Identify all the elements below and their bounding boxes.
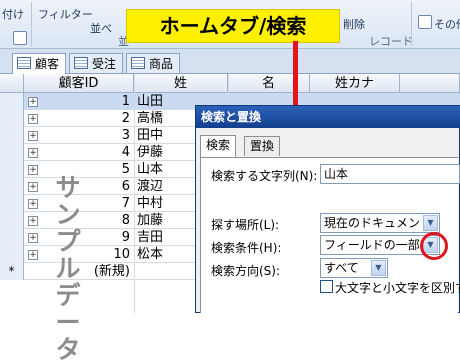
- row-selector[interactable]: [0, 110, 24, 127]
- object-tab-bar: 顧客 受注 商品: [0, 49, 460, 74]
- ribbon-divider: [31, 2, 32, 46]
- dialog-title[interactable]: 検索と置換: [196, 106, 460, 128]
- cell-last-name[interactable]: 山本: [137, 161, 163, 178]
- tab-find[interactable]: 検索: [200, 135, 237, 157]
- row-selector[interactable]: [0, 93, 24, 110]
- row-selector[interactable]: [0, 246, 24, 263]
- search-direction-label: 検索方向(S):: [211, 264, 281, 278]
- cell-last-name[interactable]: 田中: [137, 127, 163, 144]
- find-what-label: 検索する文字列(N):: [211, 169, 318, 183]
- table-icon: [74, 57, 88, 69]
- tab-customers[interactable]: 顧客: [12, 53, 67, 74]
- search-direction-select[interactable]: すべて ▼: [320, 258, 388, 278]
- delete-button[interactable]: 削除: [343, 16, 365, 32]
- cell-id[interactable]: 1: [40, 93, 130, 110]
- expand-icon[interactable]: +: [28, 199, 38, 209]
- new-record-marker: *: [0, 263, 24, 280]
- cell-id[interactable]: 3: [40, 127, 130, 144]
- expand-icon[interactable]: +: [28, 148, 38, 158]
- cell-last-name[interactable]: 松本: [137, 246, 163, 263]
- chevron-down-icon[interactable]: ▼: [371, 260, 386, 276]
- filter-button[interactable]: フィルター: [38, 6, 93, 22]
- expand-icon[interactable]: +: [28, 165, 38, 175]
- sort-button[interactable]: 並べ: [90, 20, 112, 36]
- column-header-last-kana[interactable]: 姓カナ: [310, 74, 400, 93]
- expand-icon[interactable]: +: [28, 216, 38, 226]
- chevron-down-icon[interactable]: ▼: [423, 215, 438, 231]
- find-what-input[interactable]: 山本: [320, 164, 460, 184]
- cell-last-name[interactable]: 高橋: [137, 110, 163, 127]
- column-header-more[interactable]: [400, 74, 460, 93]
- row-selector[interactable]: [0, 178, 24, 195]
- match-case-checkbox[interactable]: [320, 280, 333, 293]
- expand-icon[interactable]: +: [28, 250, 38, 260]
- expand-icon[interactable]: +: [28, 114, 38, 124]
- table-icon: [131, 57, 145, 69]
- row-selector[interactable]: [0, 195, 24, 212]
- ribbon-divider: [411, 2, 412, 46]
- select-all-corner[interactable]: [0, 74, 24, 93]
- row-selector[interactable]: [0, 161, 24, 178]
- tab-replace[interactable]: 置換: [244, 136, 281, 156]
- cell-last-name[interactable]: 中村: [137, 195, 163, 212]
- expand-icon[interactable]: +: [28, 233, 38, 243]
- row-selector[interactable]: [0, 212, 24, 229]
- match-label: 検索条件(H):: [211, 241, 282, 255]
- look-in-label: 探す場所(L):: [211, 218, 280, 232]
- cell-last-name[interactable]: 吉田: [137, 229, 163, 246]
- cell-id[interactable]: 4: [40, 144, 130, 161]
- tab-products[interactable]: 商品: [126, 53, 181, 73]
- highlight-circle: [420, 232, 448, 260]
- cell-last-name[interactable]: 渡辺: [137, 178, 163, 195]
- row-selector[interactable]: [0, 144, 24, 161]
- cell-id[interactable]: 2: [40, 110, 130, 127]
- match-case-label: 大文字と小文字を区別する: [335, 281, 460, 295]
- cell-last-name[interactable]: 伊藤: [137, 144, 163, 161]
- sample-data-watermark: サンプルデータ: [55, 173, 81, 364]
- ribbon-left-text[interactable]: 付け: [2, 6, 24, 22]
- expand-icon[interactable]: +: [28, 182, 38, 192]
- expand-icon[interactable]: +: [28, 97, 38, 107]
- more-icon[interactable]: [418, 15, 432, 29]
- column-header-last-name[interactable]: 姓: [134, 74, 228, 93]
- row-selector[interactable]: [0, 127, 24, 144]
- callout-label: ホームタブ/検索: [126, 9, 340, 43]
- cell-last-name[interactable]: 山田: [137, 93, 163, 110]
- more-button[interactable]: その他: [434, 16, 460, 32]
- tab-orders[interactable]: 受注: [69, 53, 124, 73]
- column-header-id[interactable]: 顧客ID: [24, 74, 134, 93]
- cell-last-name[interactable]: 加藤: [137, 212, 163, 229]
- look-in-select[interactable]: 現在のドキュメント ▼: [320, 213, 440, 233]
- row-selector[interactable]: [0, 229, 24, 246]
- clipboard-launcher-icon[interactable]: [13, 31, 27, 45]
- table-icon: [17, 57, 31, 69]
- records-group-label: レコード: [369, 35, 413, 48]
- expand-icon[interactable]: +: [28, 131, 38, 141]
